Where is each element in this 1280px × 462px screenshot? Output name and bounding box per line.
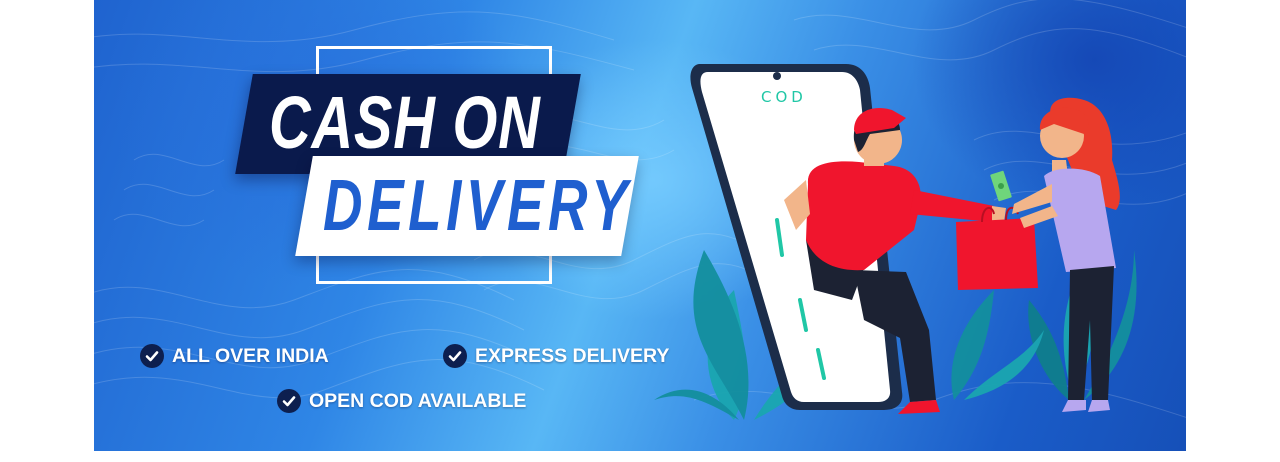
delivery-illustration: COD (654, 64, 1137, 420)
cash-note-icon (990, 170, 1012, 202)
phone-cod-label: COD (761, 88, 807, 106)
cod-banner: CASH ON DELIVERY ALL OVER INDIA EXPRESS … (94, 0, 1186, 451)
